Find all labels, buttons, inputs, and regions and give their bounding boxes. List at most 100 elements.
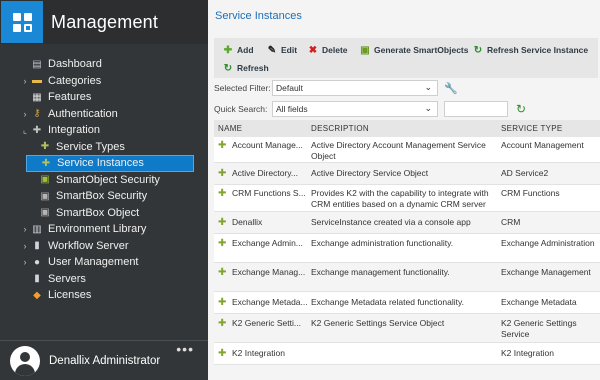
table-row[interactable]: ✚ K2 Integration K2 Integration bbox=[214, 343, 600, 365]
table-row[interactable]: ✚ Exchange Admin... Exchange administrat… bbox=[214, 234, 600, 263]
puzzle-icon: ✚ bbox=[32, 124, 42, 136]
filter-select[interactable]: Default ⌄ bbox=[272, 80, 438, 96]
folder-icon: ▬ bbox=[32, 75, 42, 87]
cell-name: CRM Functions S... bbox=[232, 188, 306, 198]
avatar[interactable] bbox=[10, 345, 40, 376]
page-title: Service Instances bbox=[215, 10, 302, 22]
column-header-description[interactable]: DESCRIPTION bbox=[311, 124, 501, 133]
search-label: Quick Search: bbox=[214, 104, 268, 114]
pencil-icon: ✎ bbox=[267, 44, 277, 56]
smartbox-icon: ▣ bbox=[40, 190, 50, 202]
sidebar-item-smartbox-object[interactable]: ▣ SmartBox Object bbox=[0, 205, 208, 222]
chevron-expanded-icon[interactable]: ⌞ bbox=[20, 125, 30, 136]
cell-service-type: Exchange Management bbox=[501, 267, 591, 277]
table-row[interactable]: ✚ Denallix ServiceInstance created via a… bbox=[214, 212, 600, 234]
chevron-down-icon: ⌄ bbox=[424, 82, 432, 92]
sidebar-item-service-types[interactable]: ✚ Service Types bbox=[0, 139, 208, 156]
table-row[interactable]: ✚ Active Directory... Active Directory S… bbox=[214, 163, 600, 185]
more-options-icon[interactable]: ••• bbox=[176, 341, 194, 357]
logo-square bbox=[23, 23, 32, 32]
chevron-right-icon[interactable]: › bbox=[20, 241, 30, 251]
sidebar-item-service-instances[interactable]: ✚ Service Instances bbox=[26, 155, 194, 172]
cell-description: Exchange Metadata related functionality. bbox=[311, 297, 464, 307]
sidebar: Management ▤ Dashboard › ▬ Categories ▦ … bbox=[0, 0, 208, 380]
sidebar-item-user-management[interactable]: › ● User Management bbox=[0, 254, 208, 271]
sidebar-item-label: Features bbox=[48, 91, 92, 104]
sidebar-item-licenses[interactable]: ◆ Licenses bbox=[0, 287, 208, 304]
search-input[interactable] bbox=[444, 101, 508, 117]
refresh-service-instance-button[interactable]: ↻ Refresh Service Instance bbox=[472, 42, 588, 58]
table-row[interactable]: ✚ Account Manage... Active Directory Acc… bbox=[214, 137, 600, 163]
sidebar-item-label: Service Instances bbox=[57, 157, 144, 170]
chevron-right-icon[interactable]: › bbox=[20, 109, 30, 119]
user-icon: ● bbox=[33, 256, 41, 268]
column-header-service-type[interactable]: SERVICE TYPE bbox=[501, 124, 600, 133]
table-row[interactable]: ✚ Exchange Metada... Exchange Metadata r… bbox=[214, 292, 600, 314]
search-refresh-icon[interactable]: ↻ bbox=[516, 102, 526, 116]
chevron-right-icon[interactable]: › bbox=[20, 224, 30, 234]
cell-service-type: Account Management bbox=[501, 140, 584, 150]
cell-name: Exchange Admin... bbox=[232, 238, 303, 248]
sidebar-item-dashboard[interactable]: ▤ Dashboard bbox=[0, 56, 208, 73]
add-button[interactable]: ✚ Add bbox=[222, 42, 254, 58]
service-instance-icon: ✚ bbox=[218, 188, 227, 199]
cell-name: Exchange Metada... bbox=[232, 297, 308, 307]
user-name: Denallix Administrator bbox=[49, 354, 161, 367]
sidebar-item-label: Workflow Server bbox=[48, 239, 129, 252]
table-row[interactable]: ✚ K2 Generic Setti... K2 Generic Setting… bbox=[214, 314, 600, 343]
sidebar-item-smartbox-security[interactable]: ▣ SmartBox Security bbox=[0, 188, 208, 205]
service-instance-icon: ✚ bbox=[218, 168, 227, 179]
delete-button[interactable]: ✖ Delete bbox=[307, 42, 348, 58]
sidebar-item-categories[interactable]: › ▬ Categories bbox=[0, 73, 208, 90]
chevron-right-icon[interactable]: › bbox=[20, 76, 30, 86]
cell-description: K2 Generic Settings Service Object bbox=[311, 318, 445, 328]
sidebar-item-label: Dashboard bbox=[48, 58, 102, 71]
toolbar: ✚ Add ✎ Edit ✖ Delete ▣ Generate SmartOb… bbox=[214, 38, 598, 78]
smartbox-icon: ▣ bbox=[40, 207, 50, 219]
key-icon: ⚷ bbox=[33, 108, 41, 120]
cell-name: K2 Integration bbox=[232, 348, 285, 358]
generate-smartobjects-button[interactable]: ▣ Generate SmartObjects bbox=[359, 42, 468, 58]
logo-square bbox=[23, 12, 32, 21]
service-instance-icon: ✚ bbox=[218, 238, 227, 249]
logo-square bbox=[12, 12, 21, 21]
cell-description: Exchange administration functionality. bbox=[311, 238, 454, 248]
wrench-icon[interactable]: 🔧 bbox=[444, 82, 458, 95]
sidebar-item-servers[interactable]: ▮ Servers bbox=[0, 271, 208, 288]
chevron-down-icon: ⌄ bbox=[424, 103, 432, 113]
cell-service-type: K2 Generic Settings Service bbox=[501, 318, 577, 339]
refresh-button[interactable]: ↻ Refresh bbox=[222, 60, 269, 76]
column-header-name[interactable]: NAME bbox=[214, 124, 311, 133]
filter-row: Selected Filter: Default ⌄ 🔧 bbox=[214, 80, 598, 96]
sidebar-item-label: Service Types bbox=[56, 140, 125, 153]
sidebar-item-workflow-server[interactable]: › ▮ Workflow Server bbox=[0, 238, 208, 255]
chevron-right-icon[interactable]: › bbox=[20, 257, 30, 267]
table-row[interactable]: ✚ Exchange Manag... Exchange management … bbox=[214, 263, 600, 292]
cell-name: Denallix bbox=[232, 217, 263, 227]
edit-button[interactable]: ✎ Edit bbox=[266, 42, 297, 58]
search-scope-select[interactable]: All fields ⌄ bbox=[272, 101, 438, 117]
sidebar-item-label: User Management bbox=[48, 256, 139, 269]
book-icon: ▥ bbox=[32, 223, 42, 235]
sidebar-item-environment-library[interactable]: › ▥ Environment Library bbox=[0, 221, 208, 238]
sidebar-item-label: Environment Library bbox=[48, 223, 147, 236]
main-panel: Service Instances ✚ Add ✎ Edit ✖ Delete … bbox=[208, 0, 600, 380]
app-logo-icon[interactable] bbox=[1, 1, 43, 43]
service-instance-icon: ✚ bbox=[218, 348, 227, 359]
sidebar-item-smartobject-security[interactable]: ▣ SmartObject Security bbox=[0, 172, 208, 189]
sidebar-item-integration[interactable]: ⌞ ✚ Integration bbox=[0, 122, 208, 139]
sidebar-item-label: Licenses bbox=[48, 289, 92, 302]
table-header: NAME DESCRIPTION SERVICE TYPE bbox=[214, 120, 600, 137]
sidebar-item-label: Integration bbox=[48, 124, 100, 137]
cell-name: K2 Generic Setti... bbox=[232, 318, 301, 328]
server-icon: ▮ bbox=[34, 273, 40, 285]
refresh-icon: ↻ bbox=[223, 62, 233, 74]
sidebar-item-label: Servers bbox=[48, 272, 86, 285]
table-row[interactable]: ✚ CRM Functions S... Provides K2 with th… bbox=[214, 185, 600, 212]
app-title: Management bbox=[51, 11, 159, 32]
cell-description: Active Directory Account Management Serv… bbox=[311, 140, 486, 161]
cell-service-type: K2 Integration bbox=[501, 348, 554, 358]
sidebar-item-features[interactable]: ▦ Features bbox=[0, 89, 208, 106]
sidebar-item-authentication[interactable]: › ⚷ Authentication bbox=[0, 106, 208, 123]
user-footer: Denallix Administrator ••• bbox=[0, 340, 208, 380]
